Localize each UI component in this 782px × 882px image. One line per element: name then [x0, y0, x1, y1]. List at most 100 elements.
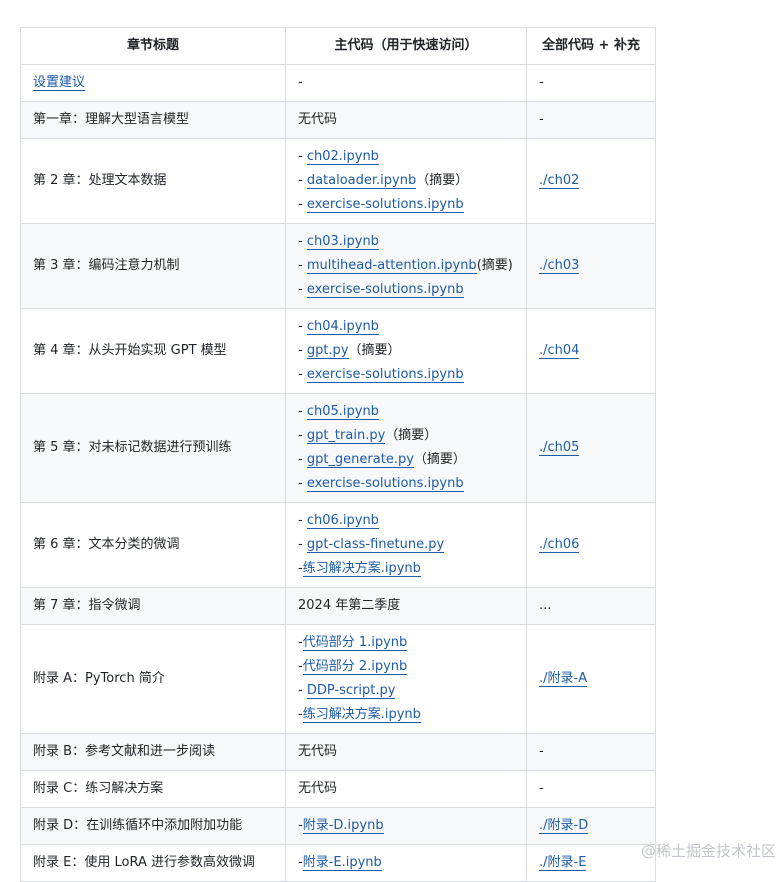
cell-line: 第 4 章：从头开始实现 GPT 模型	[33, 339, 273, 363]
file-link[interactable]: ./ch04	[539, 343, 580, 359]
table-row: 附录 C：练习解决方案 无代码 -	[20, 770, 656, 808]
cell-text: -	[298, 561, 303, 576]
file-link[interactable]: DDP-script.py	[306, 683, 396, 699]
main-code-cell: 无代码	[285, 770, 527, 808]
file-link[interactable]: 附录-D.ipynb	[302, 818, 384, 834]
file-link[interactable]: gpt.py	[306, 343, 349, 359]
file-link[interactable]: exercise-solutions.ipynb	[306, 476, 464, 492]
cell-line: - ch06.ipynb	[298, 509, 514, 533]
file-link[interactable]: ./附录-D	[539, 818, 589, 834]
table-row: 设置建议 - -	[20, 64, 656, 102]
cell-line: -代码部分 1.ipynb	[298, 631, 514, 655]
cell-line: 无代码	[298, 108, 514, 132]
cell-line: - gpt-class-finetune.py	[298, 533, 514, 557]
file-link[interactable]: ./ch03	[539, 258, 580, 274]
file-link[interactable]: 代码部分 2.ipynb	[302, 659, 408, 675]
main-code-cell: -	[285, 64, 527, 102]
header-main-code: 主代码（用于快速访问）	[285, 27, 527, 65]
main-code-cell: 无代码	[285, 733, 527, 771]
main-code-cell: - ch04.ipynb - gpt.py（摘要） - exercise-solut…	[285, 308, 527, 394]
cell-line: 附录 D：在训练循环中添加附加功能	[33, 814, 273, 838]
file-link[interactable]: 设置建议	[33, 75, 86, 91]
file-link[interactable]: ch02.ipynb	[306, 149, 379, 165]
table-row: 第 7 章：指令微调 2024 年第二季度...	[20, 587, 656, 625]
file-link[interactable]: ./附录-E	[539, 855, 587, 871]
file-link[interactable]: ./ch02	[539, 173, 580, 189]
file-link[interactable]: gpt-class-finetune.py	[306, 537, 445, 553]
file-link[interactable]: dataloader.ipynb	[306, 173, 417, 189]
main-code-cell: - ch06.ipynb - gpt-class-finetune.py -练习解决…	[285, 502, 527, 588]
cell-line: 无代码	[298, 777, 514, 801]
cell-line: 2024 年第二季度	[298, 594, 514, 618]
cell-line: - DDP-script.py	[298, 679, 514, 703]
main-code-cell: - ch02.ipynb - dataloader.ipynb（摘要） - exer…	[285, 138, 527, 224]
file-link[interactable]: ./ch05	[539, 440, 580, 456]
main-code-cell: -代码部分 1.ipynb -代码部分 2.ipynb - DDP-script.p…	[285, 624, 527, 734]
cell-text: -	[298, 476, 307, 491]
chapter-cell: 第 3 章：编码注意力机制	[20, 223, 286, 309]
file-link[interactable]: ch03.ipynb	[306, 234, 379, 250]
cell-line: - ch03.ipynb	[298, 230, 514, 254]
cell-line: ...	[539, 594, 643, 618]
cell-line: - multihead-attention.ipynb(摘要)	[298, 254, 514, 278]
header-chapter-title: 章节标题	[20, 27, 286, 65]
file-link[interactable]: 附录-E.ipynb	[302, 855, 382, 871]
cell-line: 附录 E：使用 LoRA 进行参数高效微调	[33, 851, 273, 875]
main-code-cell: -附录-D.ipynb	[285, 807, 527, 845]
cell-line: ./附录-D	[539, 814, 643, 838]
cell-text: 2024 年第二季度	[298, 598, 401, 613]
cell-text: 第 2 章：处理文本数据	[33, 173, 167, 188]
cell-text: -	[298, 428, 307, 443]
file-link[interactable]: ./附录-A	[539, 671, 588, 687]
cell-text: -	[539, 112, 544, 127]
cell-text: -	[539, 75, 544, 90]
cell-line: 附录 A：PyTorch 简介	[33, 667, 273, 691]
file-link[interactable]: exercise-solutions.ipynb	[306, 367, 464, 383]
cell-text: -	[539, 781, 544, 796]
cell-text: 无代码	[298, 112, 338, 127]
chapter-cell: 第 2 章：处理文本数据	[20, 138, 286, 224]
all-code-cell: ./附录-E	[526, 844, 656, 882]
file-link[interactable]: ch04.ipynb	[306, 319, 379, 335]
main-code-cell: -附录-E.ipynb	[285, 844, 527, 882]
chapter-cell: 附录 E：使用 LoRA 进行参数高效微调	[20, 844, 286, 882]
file-link[interactable]: 练习解决方案.ipynb	[302, 561, 421, 577]
watermark: @稀土掘金技术社区	[640, 842, 776, 860]
file-link[interactable]: 代码部分 1.ipynb	[302, 635, 408, 651]
table-row: 第 3 章：编码注意力机制 - ch03.ipynb - multihead-att…	[20, 223, 656, 309]
cell-line: -练习解决方案.ipynb	[298, 703, 514, 727]
cell-text: 第 6 章：文本分类的微调	[33, 537, 180, 552]
cell-line: - gpt_generate.py（摘要）	[298, 448, 514, 472]
file-link[interactable]: ./ch06	[539, 537, 580, 553]
header-all-code: 全部代码 + 补充	[526, 27, 656, 65]
cell-line: ./附录-A	[539, 667, 643, 691]
file-link[interactable]: gpt_train.py	[306, 428, 386, 444]
file-link[interactable]: ch05.ipynb	[306, 404, 379, 420]
file-link[interactable]: exercise-solutions.ipynb	[306, 282, 464, 298]
cell-text: 无代码	[298, 744, 338, 759]
cell-text: 附录 B：参考文献和进一步阅读	[33, 744, 216, 759]
cell-line: - exercise-solutions.ipynb	[298, 193, 514, 217]
all-code-cell: -	[526, 64, 656, 102]
cell-text: -	[298, 659, 303, 674]
cell-line: ./ch03	[539, 254, 643, 278]
cell-line: -附录-E.ipynb	[298, 851, 514, 875]
cell-line: 附录 C：练习解决方案	[33, 777, 273, 801]
file-link[interactable]: exercise-solutions.ipynb	[306, 197, 464, 213]
all-code-cell: ./ch02	[526, 138, 656, 224]
cell-text: -	[298, 319, 307, 334]
file-link[interactable]: 练习解决方案.ipynb	[302, 707, 421, 723]
table-row: 附录 E：使用 LoRA 进行参数高效微调 -附录-E.ipynb ./附录-E	[20, 844, 656, 882]
table-row: 第 5 章：对未标记数据进行预训练 - ch05.ipynb - gpt_train…	[20, 393, 656, 503]
cell-text: （摘要）	[413, 452, 466, 467]
chapter-code-table: 章节标题 主代码（用于快速访问） 全部代码 + 补充 设置建议 - - 第一章：理解大…	[20, 27, 656, 882]
table-row: 附录 D：在训练循环中添加附加功能 -附录-D.ipynb ./附录-D	[20, 807, 656, 845]
chapter-cell: 第 6 章：文本分类的微调	[20, 502, 286, 588]
file-link[interactable]: gpt_generate.py	[306, 452, 414, 468]
cell-text: 第 7 章：指令微调	[33, 598, 141, 613]
cell-text: -	[298, 404, 307, 419]
chapter-cell: 设置建议	[20, 64, 286, 102]
file-link[interactable]: multihead-attention.ipynb	[306, 258, 477, 274]
cell-text: -	[298, 707, 303, 722]
file-link[interactable]: ch06.ipynb	[306, 513, 379, 529]
